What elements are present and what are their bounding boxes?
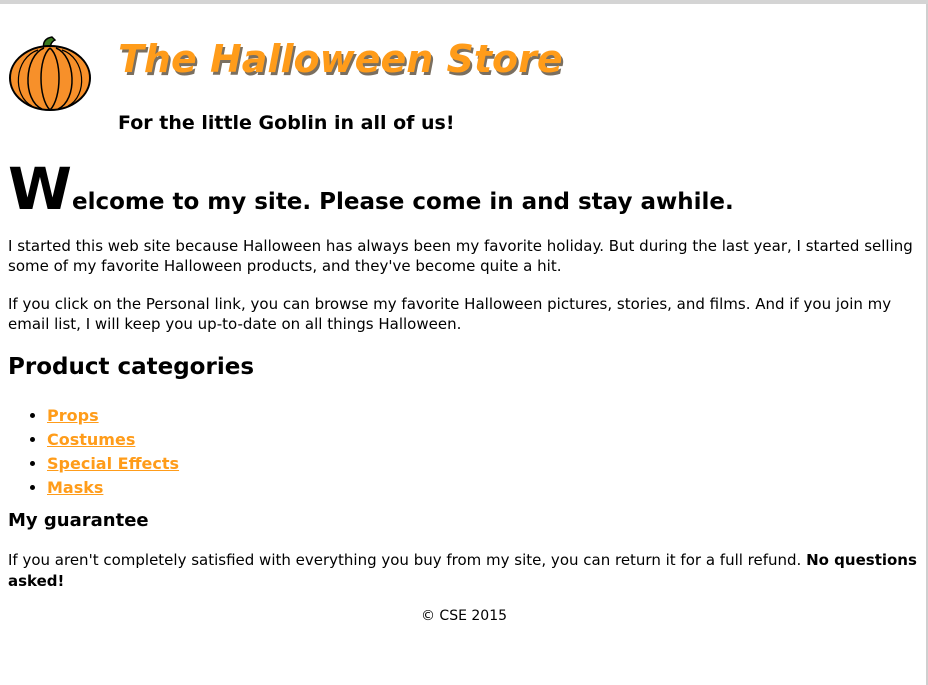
list-item: Props — [47, 404, 920, 428]
store-tagline: For the little Goblin in all of us! — [118, 112, 455, 134]
category-link-special-effects[interactable]: Special Effects — [47, 454, 179, 473]
category-link-masks[interactable]: Masks — [47, 478, 103, 497]
intro-paragraph-1: I started this web site because Hallowee… — [8, 237, 913, 275]
list-item: Special Effects — [47, 452, 920, 476]
pumpkin-icon — [9, 36, 91, 111]
welcome-heading-text: elcome to my site. Please come in and st… — [71, 189, 734, 215]
page: The Halloween Store For the little Gobli… — [8, 4, 920, 626]
site-header: The Halloween Store For the little Gobli… — [8, 4, 920, 154]
intro-paragraph-2: If you click on the Personal link, you c… — [8, 295, 892, 333]
list-item: Masks — [47, 476, 920, 500]
guarantee-text: If you aren't completely satisfied with … — [8, 551, 807, 569]
welcome-drop-cap: W — [8, 155, 72, 223]
categories-list: Props Costumes Special Effects Masks — [8, 404, 920, 500]
category-link-props[interactable]: Props — [47, 406, 99, 425]
category-link-costumes[interactable]: Costumes — [47, 430, 135, 449]
list-item: Costumes — [47, 428, 920, 452]
store-title: The Halloween Store — [118, 37, 563, 81]
categories-heading: Product categories — [8, 354, 255, 380]
main-content: Welcome to my site. Please come in and s… — [8, 160, 920, 592]
copyright-text: © CSE 2015 — [420, 608, 508, 624]
welcome-heading: Welcome to my site. Please come in and s… — [8, 160, 920, 232]
site-footer: © CSE 2015 — [8, 606, 920, 626]
guarantee-heading: My guarantee — [8, 510, 149, 531]
guarantee-paragraph: If you aren't completely satisfied with … — [8, 550, 920, 592]
